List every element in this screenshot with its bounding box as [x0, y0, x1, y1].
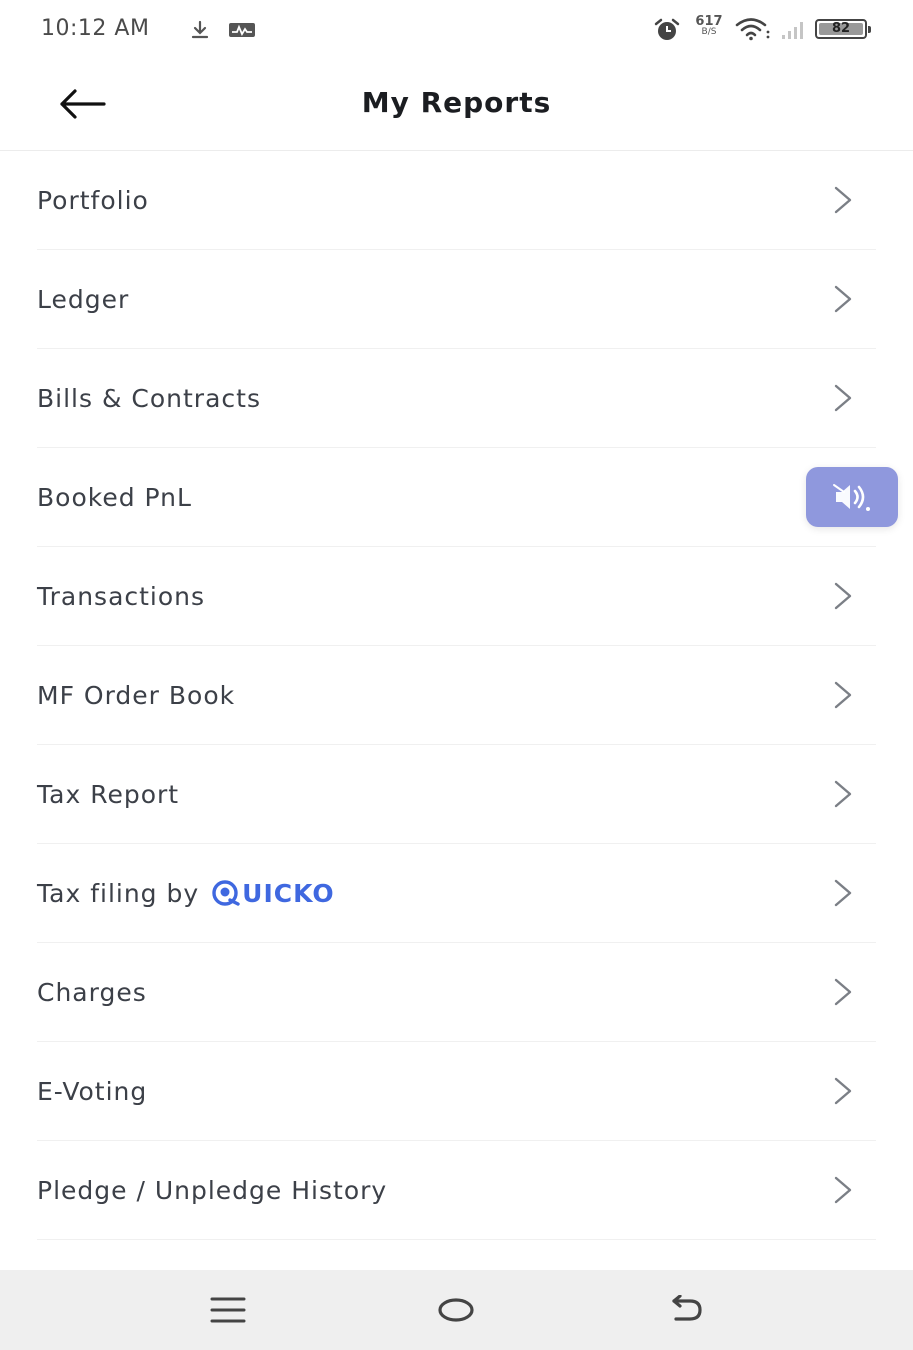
status-bar: 10:12 AM 617 B/S 82 [0, 0, 913, 60]
menu-item-ledger[interactable]: Ledger [37, 250, 876, 349]
menu-item-charges[interactable]: Charges [37, 943, 876, 1042]
menu-item-pledge-history[interactable]: Pledge / Unpledge History [37, 1141, 876, 1240]
menu-item-e-voting[interactable]: E-Voting [37, 1042, 876, 1141]
wifi-icon [735, 18, 770, 41]
chevron-right-icon [834, 582, 852, 610]
chevron-right-icon [834, 384, 852, 412]
system-back-button[interactable] [660, 1290, 710, 1330]
menu-item-label: Pledge / Unpledge History [37, 1175, 388, 1205]
chevron-right-icon [834, 1077, 852, 1105]
activity-icon [229, 23, 255, 37]
menu-item-tax-filing[interactable]: Tax filing by UICKO [37, 844, 876, 943]
chevron-right-icon [834, 879, 852, 907]
menu-item-label: Charges [37, 977, 147, 1007]
quicko-logo: UICKO [211, 879, 334, 908]
home-icon [438, 1298, 474, 1322]
chevron-right-icon [834, 978, 852, 1006]
menu-icon [210, 1297, 246, 1323]
menu-item-portfolio[interactable]: Portfolio [37, 151, 876, 250]
chevron-right-icon [834, 1176, 852, 1204]
signal-icon [782, 22, 803, 39]
network-speed: 617 B/S [693, 15, 725, 37]
chevron-right-icon [834, 681, 852, 709]
system-nav-bar [0, 1270, 913, 1350]
menu-item-label: Tax Report [37, 779, 180, 809]
menu-item-label: E-Voting [37, 1076, 148, 1106]
menu-item-label: Booked PnL [37, 482, 192, 512]
audio-accessibility-icon [833, 484, 870, 511]
menu-item-label: Ledger [37, 284, 130, 314]
menu-item-label: Bills & Contracts [37, 383, 261, 413]
audio-accessibility-button[interactable] [806, 467, 898, 527]
menu-item-label: Transactions [37, 581, 206, 611]
status-time: 10:12 AM [41, 16, 150, 41]
chevron-right-icon [834, 780, 852, 808]
alarm-icon [654, 18, 680, 40]
reports-menu: Portfolio Ledger Bills & Contracts Booke… [0, 151, 913, 1240]
battery-level: 82 [831, 21, 851, 36]
quicko-q-icon [212, 880, 240, 906]
menu-item-transactions[interactable]: Transactions [37, 547, 876, 646]
home-button[interactable] [431, 1290, 481, 1330]
quicko-brand-text: UICKO [242, 878, 335, 908]
chevron-right-icon [834, 186, 852, 214]
menu-item-mf-order-book[interactable]: MF Order Book [37, 646, 876, 745]
menu-item-booked-pnl[interactable]: Booked PnL [37, 448, 876, 547]
chevron-right-icon [834, 285, 852, 313]
menu-item-tax-report[interactable]: Tax Report [37, 745, 876, 844]
recent-apps-button[interactable] [203, 1290, 253, 1330]
network-speed-unit: B/S [701, 27, 717, 37]
download-icon [191, 20, 209, 39]
menu-item-label-wrap: Tax filing by UICKO [37, 879, 335, 908]
battery-icon: 82 [815, 19, 871, 39]
menu-item-bills-contracts[interactable]: Bills & Contracts [37, 349, 876, 448]
app-header: My Reports [0, 60, 913, 151]
menu-item-label: MF Order Book [37, 680, 236, 710]
page-title: My Reports [361, 86, 552, 119]
menu-item-label: Tax filing by [37, 878, 200, 908]
menu-item-label: Portfolio [37, 185, 149, 215]
back-icon [672, 1295, 702, 1321]
